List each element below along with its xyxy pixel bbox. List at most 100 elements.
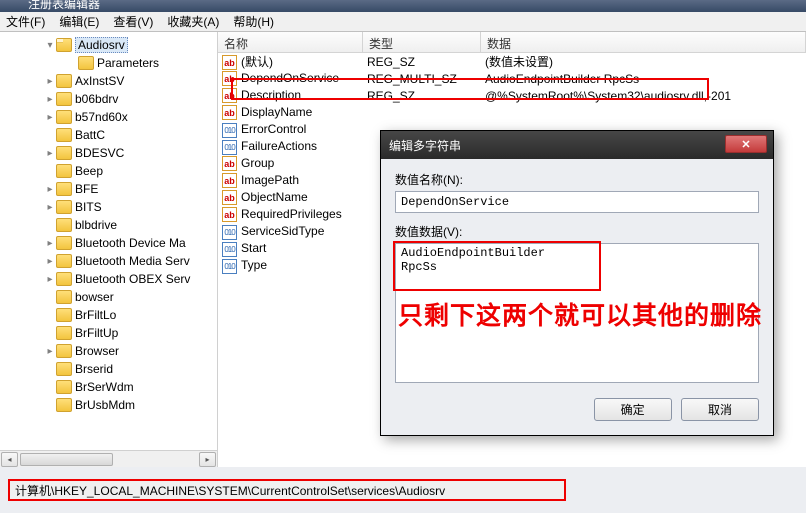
tree-item[interactable]: BrFiltLo [0, 306, 217, 324]
tree-label: blbdrive [75, 218, 117, 232]
expand-icon[interactable]: ▸ [44, 346, 56, 357]
tree-label: Bluetooth Media Serv [75, 254, 190, 268]
row-name: ErrorControl [241, 122, 306, 136]
list-row[interactable]: abDescriptionREG_SZ@%SystemRoot%\System3… [218, 87, 806, 104]
string-icon: ab [222, 88, 237, 103]
expand-icon[interactable]: ▸ [44, 238, 56, 249]
tree-item[interactable]: BrFiltUp [0, 324, 217, 342]
folder-icon [56, 128, 72, 142]
tree-item[interactable]: ▸ BITS [0, 198, 217, 216]
tree-label: bowser [75, 290, 114, 304]
value-name-input[interactable] [395, 191, 759, 213]
expand-icon[interactable]: ▸ [44, 112, 56, 123]
expand-icon[interactable]: ▸ [44, 76, 56, 87]
tree-panel[interactable]: ▾ Audiosrv Parameters ▸AxInstSV▸b06bdrv▸b57… [0, 32, 218, 467]
row-name: ServiceSidType [241, 224, 324, 238]
expand-icon[interactable]: ▸ [44, 148, 56, 159]
tree-item[interactable]: BattC [0, 126, 217, 144]
expand-icon[interactable]: ▸ [44, 202, 56, 213]
expand-icon[interactable]: ▾ [44, 40, 56, 51]
list-header[interactable]: 名称 类型 数据 [218, 32, 806, 53]
folder-icon [56, 74, 72, 88]
folder-icon [56, 164, 72, 178]
row-name: ImagePath [241, 173, 299, 187]
ok-button[interactable]: 确定 [594, 398, 672, 421]
dialog-title: 编辑多字符串 [389, 137, 461, 154]
list-row[interactable]: ab DisplayName [218, 104, 806, 121]
folder-icon [56, 272, 72, 286]
dialog-titlebar[interactable]: 编辑多字符串 ✕ [381, 131, 773, 159]
folder-icon [56, 38, 72, 52]
menu-bar: 文件(F) 编辑(E) 查看(V) 收藏夹(A) 帮助(H) [0, 12, 806, 32]
binary-icon: 010 [222, 123, 237, 138]
list-row[interactable]: ab(默认)REG_SZ(数值未设置) [218, 53, 806, 70]
menu-item[interactable]: 收藏夹(A) [167, 13, 219, 30]
row-name: DisplayName [241, 105, 312, 119]
tree-label: BFE [75, 182, 98, 196]
column-data[interactable]: 数据 [481, 32, 806, 52]
menu-item[interactable]: 查看(V) [113, 13, 153, 30]
menu-item[interactable]: 帮助(H) [233, 13, 274, 30]
tree-item[interactable]: ▸AxInstSV [0, 72, 217, 90]
string-icon: ab [222, 105, 237, 120]
expand-icon[interactable]: ▸ [44, 256, 56, 267]
scroll-thumb[interactable] [20, 453, 113, 466]
menu-item[interactable]: 编辑(E) [59, 13, 99, 30]
tree-item[interactable]: Brserid [0, 360, 217, 378]
tree-scrollbar[interactable]: ◂ ▸ [0, 450, 217, 467]
row-data: (数值未设置) [481, 53, 806, 70]
value-data-textarea[interactable] [395, 243, 759, 383]
tree-item[interactable]: Parameters [0, 54, 217, 72]
list-row[interactable]: abDependOnServiceREG_MULTI_SZAudioEndpoi… [218, 70, 806, 87]
column-type[interactable]: 类型 [363, 32, 481, 52]
string-icon: ab [222, 55, 237, 70]
scroll-left-button[interactable]: ◂ [1, 452, 18, 467]
folder-icon [56, 92, 72, 106]
tree-item[interactable]: BrUsbMdm [0, 396, 217, 414]
folder-icon [56, 308, 72, 322]
close-button[interactable]: ✕ [725, 135, 767, 153]
status-bar: 计算机\HKEY_LOCAL_MACHINE\SYSTEM\CurrentCon… [8, 479, 566, 501]
folder-icon [56, 326, 72, 340]
tree-item[interactable]: ▸ Bluetooth Media Serv [0, 252, 217, 270]
row-type: REG_MULTI_SZ [363, 72, 481, 86]
expand-icon[interactable]: ▸ [44, 94, 56, 105]
folder-icon [56, 362, 72, 376]
tree-label: BITS [75, 200, 102, 214]
folder-icon [56, 110, 72, 124]
edit-multistring-dialog: 编辑多字符串 ✕ 数值名称(N): 数值数据(V): 确定 取消 [380, 130, 774, 436]
menu-item[interactable]: 文件(F) [6, 13, 45, 30]
string-icon: ab [222, 173, 237, 188]
row-name: (默认) [241, 55, 273, 69]
tree-item[interactable]: ▸ BDESVC [0, 144, 217, 162]
tree-label: Parameters [97, 56, 159, 70]
tree-label: Audiosrv [75, 37, 128, 53]
expand-icon[interactable]: ▸ [44, 184, 56, 195]
scroll-right-button[interactable]: ▸ [199, 452, 216, 467]
column-name[interactable]: 名称 [218, 32, 363, 52]
tree-item[interactable]: ▸ BFE [0, 180, 217, 198]
tree-item[interactable]: ▾ Audiosrv [0, 36, 217, 54]
window-title: 注册表编辑器 [28, 0, 100, 12]
row-name: ObjectName [241, 190, 308, 204]
tree-item[interactable]: ▸Browser [0, 342, 217, 360]
tree-item[interactable]: ▸b06bdrv [0, 90, 217, 108]
tree-label: BDESVC [75, 146, 124, 160]
folder-icon [56, 182, 72, 196]
tree-item[interactable]: bowser [0, 288, 217, 306]
tree-item[interactable]: ▸Bluetooth OBEX Serv [0, 270, 217, 288]
tree-label: BrUsbMdm [75, 398, 135, 412]
tree-label: BrFiltLo [75, 308, 116, 322]
tree-item[interactable]: ▸b57nd60x [0, 108, 217, 126]
tree-item[interactable]: ▸Bluetooth Device Ma [0, 234, 217, 252]
tree-item[interactable]: BrSerWdm [0, 378, 217, 396]
folder-icon [56, 236, 72, 250]
folder-icon [56, 380, 72, 394]
expand-icon[interactable]: ▸ [44, 274, 56, 285]
folder-icon [78, 56, 94, 70]
cancel-button[interactable]: 取消 [681, 398, 759, 421]
tree-label: BattC [75, 128, 105, 142]
tree-item[interactable]: blbdrive [0, 216, 217, 234]
row-name: DependOnService [241, 71, 339, 85]
tree-item[interactable]: Beep [0, 162, 217, 180]
